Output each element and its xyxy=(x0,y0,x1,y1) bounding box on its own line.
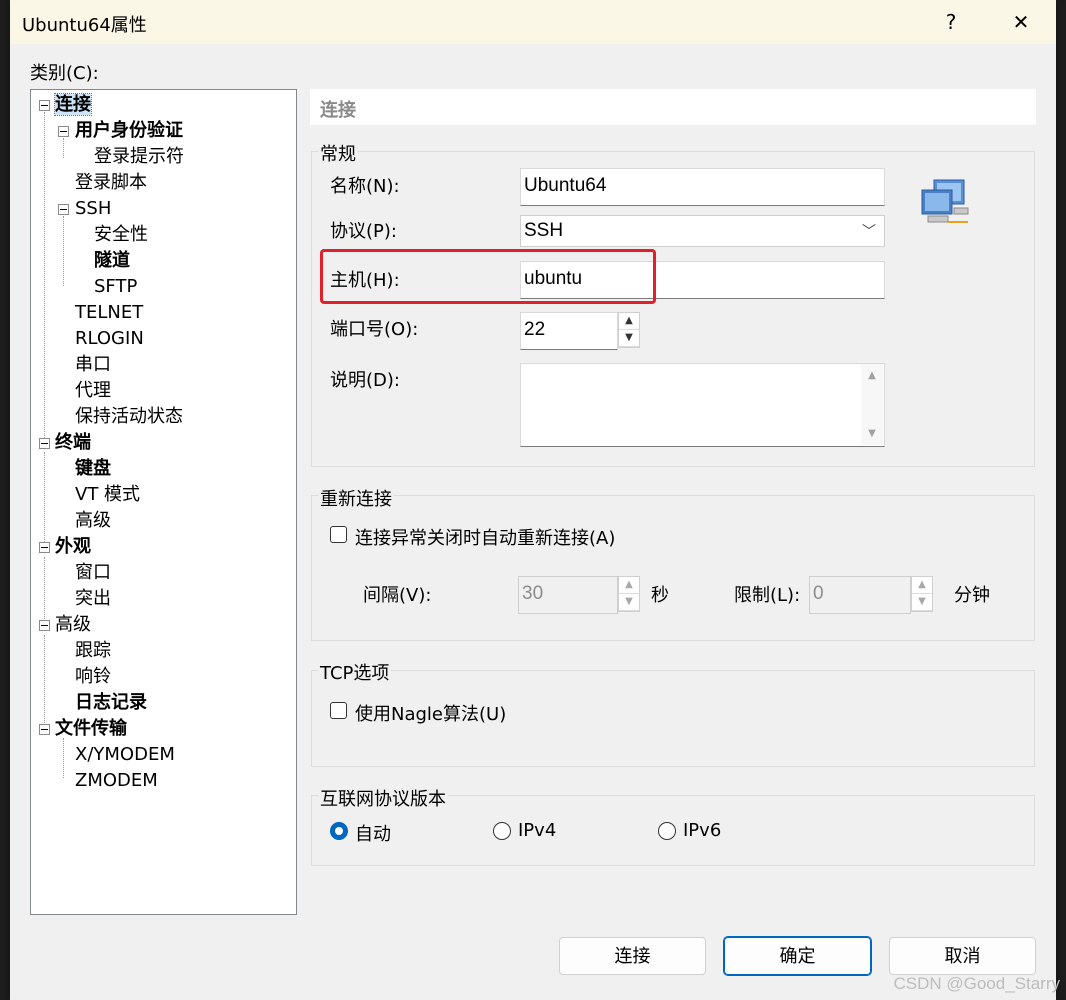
tree-item-keepalive[interactable]: 保持活动状态 xyxy=(75,406,183,428)
limit-label: 限制(L): xyxy=(734,585,801,606)
name-label: 名称(N): xyxy=(330,176,400,197)
tree-item-zmodem[interactable]: ZMODEM xyxy=(75,770,158,792)
page-header: 连接 xyxy=(310,89,1036,125)
scroll-up-icon[interactable]: ▲ xyxy=(861,370,883,381)
tree-item-security[interactable]: 安全性 xyxy=(94,224,148,246)
collapse-toggle-auth[interactable] xyxy=(58,126,69,137)
reconnect-group-title: 重新连接 xyxy=(318,485,394,511)
limit-input[interactable]: 0 xyxy=(809,576,911,614)
radio-ipv6[interactable] xyxy=(658,822,676,840)
title-bar: Ubuntu64属性 ? ✕ xyxy=(10,0,1056,44)
spin-up-icon[interactable]: ▲ xyxy=(619,577,639,594)
tree-item-window[interactable]: 窗口 xyxy=(75,562,111,584)
protocol-value: SSH xyxy=(524,220,564,241)
category-tree[interactable]: 连接 用户身份验证 登录提示符 登录脚本 SSH 安全性 隧道 SFTP TEL… xyxy=(30,89,297,915)
auto-reconnect-label: 连接异常关闭时自动重新连接(A) xyxy=(355,528,616,549)
tree-item-trace[interactable]: 跟踪 xyxy=(75,640,111,662)
tree-item-telnet[interactable]: TELNET xyxy=(75,302,143,324)
auto-reconnect-checkbox[interactable] xyxy=(330,526,347,543)
properties-dialog: Ubuntu64属性 ? ✕ 类别(C): 连接 用户身份验证 登录提示符 登录… xyxy=(10,0,1056,1000)
host-highlight-box xyxy=(320,249,656,304)
collapse-toggle-advanced[interactable] xyxy=(39,620,50,631)
tree-item-terminal-advanced[interactable]: 高级 xyxy=(75,510,111,532)
spin-down-icon[interactable]: ▼ xyxy=(619,594,639,611)
tree-item-bell[interactable]: 响铃 xyxy=(75,666,111,688)
radio-ipv4[interactable] xyxy=(493,822,511,840)
tree-item-advanced[interactable]: 高级 xyxy=(55,614,91,636)
tree-item-highlight[interactable]: 突出 xyxy=(75,588,111,610)
category-label: 类别(C): xyxy=(30,63,99,84)
page-title: 连接 xyxy=(320,100,356,121)
radio-ipv6-label: IPv6 xyxy=(683,820,722,841)
nagle-label: 使用Nagle算法(U) xyxy=(355,704,507,725)
tree-item-rlogin[interactable]: RLOGIN xyxy=(75,328,144,350)
tree-item-tunnel[interactable]: 隧道 xyxy=(94,250,130,272)
collapse-toggle-terminal[interactable] xyxy=(39,438,50,449)
window-title: Ubuntu64属性 xyxy=(22,15,147,36)
collapse-toggle-file-transfer[interactable] xyxy=(39,724,50,735)
tcp-group-title: TCP选项 xyxy=(318,659,392,685)
tree-item-vt-mode[interactable]: VT 模式 xyxy=(75,484,140,506)
protocol-select[interactable]: SSH ﹀ xyxy=(520,215,885,247)
tree-item-xymodem[interactable]: X/YMODEM xyxy=(75,744,175,766)
cancel-button[interactable]: 取消 xyxy=(889,937,1036,975)
watermark: CSDN @Good_Starry xyxy=(893,974,1060,993)
radio-auto-label: 自动 xyxy=(355,824,391,845)
tree-item-terminal[interactable]: 终端 xyxy=(55,432,91,454)
interval-spinner[interactable]: ▲ ▼ xyxy=(618,576,640,612)
interval-input[interactable]: 30 xyxy=(518,576,618,614)
tree-item-logging[interactable]: 日志记录 xyxy=(75,692,147,714)
spin-down-icon[interactable]: ▼ xyxy=(619,330,639,347)
ok-button[interactable]: 确定 xyxy=(723,936,872,976)
port-input[interactable]: 22 xyxy=(520,312,618,350)
radio-auto[interactable] xyxy=(330,822,348,840)
spin-up-icon[interactable]: ▲ xyxy=(619,313,639,330)
description-label: 说明(D): xyxy=(330,370,400,391)
tree-item-user-auth[interactable]: 用户身份验证 xyxy=(75,120,183,142)
interval-label: 间隔(V): xyxy=(363,585,432,606)
general-group-title: 常规 xyxy=(318,140,358,166)
tree-item-connection[interactable]: 连接 xyxy=(54,93,92,116)
spin-down-icon[interactable]: ▼ xyxy=(912,594,932,611)
chevron-down-icon: ﹀ xyxy=(862,223,876,239)
tree-item-file-transfer[interactable]: 文件传输 xyxy=(55,718,127,740)
description-scrollbar[interactable]: ▲ ▼ xyxy=(861,364,883,445)
spin-up-icon[interactable]: ▲ xyxy=(912,577,932,594)
tree-item-appearance[interactable]: 外观 xyxy=(55,536,91,558)
protocol-label: 协议(P): xyxy=(330,221,397,242)
scroll-down-icon[interactable]: ▼ xyxy=(861,428,883,439)
interval-unit: 秒 xyxy=(651,585,669,606)
collapse-toggle-appearance[interactable] xyxy=(39,542,50,553)
reconnect-group xyxy=(311,495,1035,641)
tree-item-proxy[interactable]: 代理 xyxy=(75,380,111,402)
nagle-checkbox[interactable] xyxy=(330,702,347,719)
port-spinner[interactable]: ▲ ▼ xyxy=(618,312,640,348)
connect-button[interactable]: 连接 xyxy=(559,937,706,975)
network-computers-icon xyxy=(921,179,969,223)
description-textarea[interactable] xyxy=(520,363,885,447)
port-label: 端口号(O): xyxy=(330,319,419,340)
tree-item-sftp[interactable]: SFTP xyxy=(94,276,137,298)
name-input[interactable]: Ubuntu64 xyxy=(520,168,885,206)
limit-spinner[interactable]: ▲ ▼ xyxy=(911,576,933,612)
tree-item-ssh[interactable]: SSH xyxy=(75,198,111,220)
ip-version-group-title: 互联网协议版本 xyxy=(318,785,448,811)
limit-unit: 分钟 xyxy=(954,585,990,606)
tree-item-keyboard[interactable]: 键盘 xyxy=(75,458,111,480)
tree-item-serial[interactable]: 串口 xyxy=(75,354,111,376)
help-button[interactable]: ? xyxy=(928,6,974,38)
collapse-toggle-connection[interactable] xyxy=(39,100,50,111)
collapse-toggle-ssh[interactable] xyxy=(58,204,69,215)
tree-item-login-script[interactable]: 登录脚本 xyxy=(75,172,147,194)
close-button[interactable]: ✕ xyxy=(998,6,1044,38)
tree-item-login-prompt[interactable]: 登录提示符 xyxy=(94,146,184,168)
radio-ipv4-label: IPv4 xyxy=(518,820,557,841)
